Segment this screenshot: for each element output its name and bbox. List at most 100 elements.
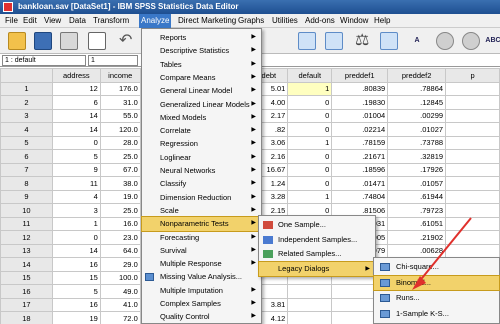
table-cell[interactable]: .80839: [331, 81, 389, 96]
table-cell[interactable]: 14: [51, 243, 101, 258]
table-cell[interactable]: 5: [51, 149, 101, 164]
menu-add-ons[interactable]: Add-ons: [303, 14, 337, 28]
table-cell[interactable]: .74804: [331, 189, 389, 204]
column-header[interactable]: default: [287, 68, 333, 83]
table-cell[interactable]: 6: [51, 95, 101, 110]
table-cell[interactable]: 0: [287, 149, 333, 164]
menu-utilities[interactable]: Utilities: [270, 14, 300, 28]
menu-file[interactable]: File: [3, 14, 20, 28]
table-cell[interactable]: .01057: [387, 176, 447, 191]
row-number[interactable]: 8: [0, 176, 53, 191]
menu-item-tables[interactable]: Tables ▶: [142, 58, 261, 72]
table-cell[interactable]: 1: [51, 216, 101, 231]
table-cell[interactable]: 41.0: [99, 297, 141, 312]
submenu-item-related-samples[interactable]: Related Samples...: [259, 247, 375, 261]
table-cell[interactable]: 11: [51, 176, 101, 191]
table-cell[interactable]: 14: [51, 122, 101, 137]
table-cell[interactable]: 1: [287, 135, 333, 150]
table-cell[interactable]: 64.0: [99, 243, 141, 258]
menu-window[interactable]: Window: [338, 14, 370, 28]
open-folder-icon[interactable]: [8, 32, 26, 50]
menu-item-compare-means[interactable]: Compare Means ▶: [142, 71, 261, 85]
table-cell[interactable]: [287, 297, 333, 312]
table-cell[interactable]: .00299: [387, 108, 447, 123]
table-cell[interactable]: 0: [287, 122, 333, 137]
table-cell[interactable]: 16: [51, 297, 101, 312]
table-cell[interactable]: 31.0: [99, 95, 141, 110]
menu-item-general-linear-model[interactable]: General Linear Model ▶: [142, 84, 261, 98]
row-number[interactable]: 6: [0, 149, 53, 164]
table-cell[interactable]: 1: [287, 189, 333, 204]
table-cell[interactable]: .79723: [387, 203, 447, 218]
table-cell[interactable]: 100.0: [99, 270, 141, 285]
split-file-icon[interactable]: [298, 32, 316, 50]
table-cell[interactable]: .01471: [331, 176, 389, 191]
column-header[interactable]: address: [51, 68, 101, 83]
menu-view[interactable]: View: [42, 14, 63, 28]
menu-item-correlate[interactable]: Correlate ▶: [142, 124, 261, 138]
table-cell[interactable]: 0: [287, 108, 333, 123]
table-cell[interactable]: .18596: [331, 162, 389, 177]
value-labels-icon[interactable]: A: [408, 32, 426, 50]
row-number[interactable]: 7: [0, 162, 53, 177]
table-cell[interactable]: 4: [51, 189, 101, 204]
menu-item-multiple-imputation[interactable]: Multiple Imputation ▶: [142, 284, 261, 298]
menu-item-multiple-response[interactable]: Multiple Response ▶: [142, 257, 261, 271]
table-cell[interactable]: 9: [51, 162, 101, 177]
table-cell[interactable]: 0: [51, 230, 101, 245]
recall-dialog-icon[interactable]: [88, 32, 106, 50]
menu-direct-marketing[interactable]: Direct Marketing: [176, 14, 238, 28]
table-cell[interactable]: 25.0: [99, 203, 141, 218]
row-number[interactable]: 2: [0, 95, 53, 110]
menu-item-reports[interactable]: Reports ▶: [142, 31, 261, 45]
table-cell[interactable]: 23.0: [99, 230, 141, 245]
table-cell[interactable]: 19: [51, 311, 101, 324]
row-number[interactable]: 17: [0, 297, 53, 312]
row-number[interactable]: 10: [0, 203, 53, 218]
table-cell[interactable]: [445, 189, 500, 204]
menu-item-complex-samples[interactable]: Complex Samples ▶: [142, 297, 261, 311]
menu-item-dimension-reduction[interactable]: Dimension Reduction ▶: [142, 191, 261, 205]
submenu-item-independent-samples[interactable]: Independent Samples...: [259, 233, 375, 247]
menu-item-neural-networks[interactable]: Neural Networks ▶: [142, 164, 261, 178]
table-cell[interactable]: [445, 108, 500, 123]
table-cell[interactable]: 0: [287, 176, 333, 191]
table-cell[interactable]: [445, 122, 500, 137]
table-cell[interactable]: .17926: [387, 162, 447, 177]
submenu-item-one-sample[interactable]: One Sample...: [259, 218, 375, 232]
spell-check-icon[interactable]: ABC: [484, 32, 500, 50]
legacy-item-1-sample-k-s[interactable]: 1-Sample K-S...: [374, 307, 499, 321]
table-cell[interactable]: .01027: [387, 122, 447, 137]
table-cell[interactable]: [445, 149, 500, 164]
table-cell[interactable]: .00628: [387, 243, 447, 258]
menu-item-regression[interactable]: Regression ▶: [142, 137, 261, 151]
table-cell[interactable]: 38.0: [99, 176, 141, 191]
column-header[interactable]: preddef2: [387, 68, 447, 83]
menu-item-generalized-linear-models[interactable]: Generalized Linear Models ▶: [142, 98, 261, 112]
column-header[interactable]: p: [445, 68, 500, 83]
table-cell[interactable]: .21902: [387, 230, 447, 245]
row-number[interactable]: 15: [0, 270, 53, 285]
row-number[interactable]: 13: [0, 243, 53, 258]
show-all-variables-icon[interactable]: [462, 32, 480, 50]
row-number[interactable]: 16: [0, 284, 53, 299]
table-cell[interactable]: [445, 176, 500, 191]
table-cell[interactable]: 72.0: [99, 311, 141, 324]
menu-analyze[interactable]: Analyze: [139, 14, 172, 28]
row-number[interactable]: 3: [0, 108, 53, 123]
table-cell[interactable]: 28.0: [99, 135, 141, 150]
table-cell[interactable]: .12845: [387, 95, 447, 110]
table-cell[interactable]: [287, 284, 333, 299]
table-cell[interactable]: 3: [51, 203, 101, 218]
row-number[interactable]: 1: [0, 81, 53, 96]
menu-item-survival[interactable]: Survival ▶: [142, 244, 261, 258]
table-cell[interactable]: .21671: [331, 149, 389, 164]
table-cell[interactable]: [445, 162, 500, 177]
row-number[interactable]: 5: [0, 135, 53, 150]
select-cases-icon[interactable]: [380, 32, 398, 50]
legacy-item-chi-square[interactable]: Chi-square...: [374, 260, 499, 274]
table-cell[interactable]: .01004: [331, 108, 389, 123]
table-cell[interactable]: [445, 216, 500, 231]
table-cell[interactable]: 67.0: [99, 162, 141, 177]
table-cell[interactable]: 12: [51, 81, 101, 96]
